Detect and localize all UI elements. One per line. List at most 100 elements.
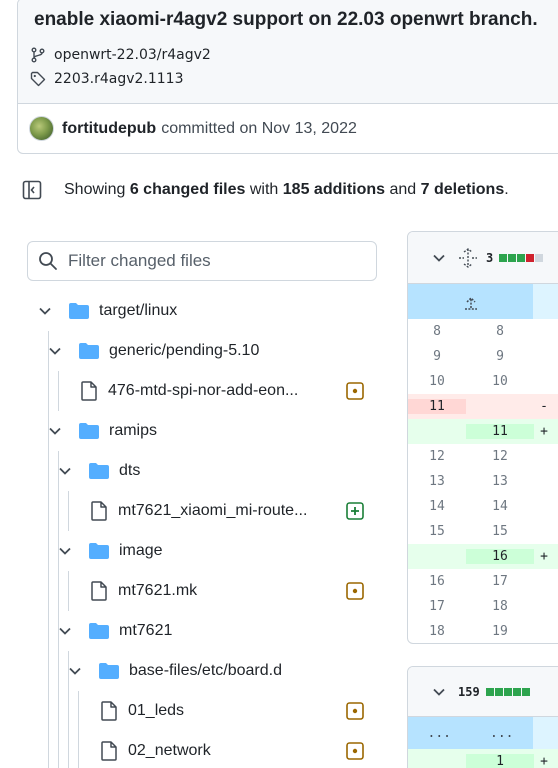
tag-name[interactable]: 2203.r4agv2.1113 [54,71,183,87]
diff-marker: + [540,424,548,439]
file-icon [91,581,107,601]
tree-item-label: base-files/etc/board.d [129,662,282,679]
diff-line-context: 13 13 [408,469,558,494]
new-line-number[interactable]: 8 [466,324,534,339]
old-line-number[interactable]: 11 [408,399,466,414]
avatar[interactable] [29,116,54,141]
author-name[interactable]: fortitudepub [62,120,156,138]
chevron-down-icon[interactable] [432,251,446,265]
summary-mid1: with [249,181,279,198]
tree-guide [68,571,69,611]
old-line-number[interactable]: 17 [408,599,466,614]
file-modified-icon [346,702,364,725]
branch-row[interactable]: openwrt-22.03/r4agv2 [30,47,211,63]
old-line-number[interactable]: 18 [408,624,466,639]
diffstat-block [485,687,494,696]
old-line-number[interactable]: 15 [408,524,466,539]
filter-files-input[interactable] [68,251,358,271]
new-line-number[interactable]: 15 [466,524,534,539]
diff-line-context: 12 12 [408,444,558,469]
diff-marker: - [540,399,548,414]
chevron-down-icon[interactable] [58,624,72,638]
tree-item-label: generic/pending-5.10 [109,342,260,359]
summary-deletions: 7 deletions [420,181,505,198]
hunk-new-ellipsis: ... [490,725,514,741]
new-line-number[interactable]: 10 [466,374,534,389]
new-line-number[interactable]: 13 [466,474,534,489]
diff-line-added: 1 + [408,749,558,768]
expand-all-icon[interactable] [458,247,478,268]
tree-file[interactable]: 476-mtd-spi-nor-add-eon... [80,371,390,411]
diff-line-context: 17 18 [408,594,558,619]
file-icon [101,701,117,721]
tree-file[interactable]: mt7621_xiaomi_mi-route... [90,491,390,531]
commit-date: committed on Nov 13, 2022 [161,119,357,137]
old-line-number[interactable]: 13 [408,474,466,489]
tree-folder[interactable]: generic/pending-5.10 [48,331,390,371]
tag-row[interactable]: 2203.r4agv2.1113 [30,71,183,87]
tree-guide [58,371,59,411]
tree-item-label: ramips [109,422,158,439]
filter-files-box[interactable] [27,241,377,281]
file-modified-icon [346,382,364,405]
new-line-number[interactable]: 14 [466,499,534,514]
diff-line-context: 14 14 [408,494,558,519]
hunk-expander[interactable]: ... ... [408,717,558,749]
tree-folder[interactable]: ramips [48,411,390,451]
tree-item-label: mt7621 [119,622,173,639]
new-line-number[interactable]: 18 [466,599,534,614]
tree-item-label: 01_leds [128,702,185,719]
diff-line-context: 16 17 [408,569,558,594]
tree-folder[interactable]: base-files/etc/board.d [68,651,390,691]
new-line-number[interactable]: 16 [466,549,534,564]
tag-icon [30,71,46,87]
old-line-number[interactable]: 16 [408,574,466,589]
new-line-number[interactable]: 11 [466,424,534,439]
new-line-number[interactable]: 12 [466,449,534,464]
summary-mid2: and [389,181,417,198]
old-line-number[interactable]: 8 [408,324,466,339]
old-line-number[interactable]: 12 [408,449,466,464]
tree-folder[interactable]: target/linux [38,291,390,331]
tree-item-label: mt7621.mk [118,582,198,599]
new-line-number[interactable]: 17 [466,574,534,589]
hunk-header-left[interactable]: ... ... [408,717,533,749]
old-line-number[interactable]: 9 [408,349,466,364]
chevron-down-icon[interactable] [58,544,72,558]
file-added-icon [346,502,364,525]
old-line-number[interactable]: 14 [408,499,466,514]
tree-guide [58,451,59,768]
diff-panel-file-1: 3 8 8 9 9 10 10 11-11 +12 12 13 13 14 14 15 15 16 +16 17 1… [407,231,558,644]
tree-file[interactable]: 02_network [100,731,390,768]
commit-summary-area: enable xiaomi-r4agv2 support on 22.03 op… [18,0,558,104]
new-line-number[interactable]: 9 [466,349,534,364]
diff-file-header: 3 [408,232,558,284]
new-line-number[interactable]: 19 [466,624,534,639]
new-line-number[interactable]: 1 [466,754,534,768]
chevron-down-icon[interactable] [48,424,62,438]
old-line-number[interactable]: 10 [408,374,466,389]
hunk-expander[interactable] [408,284,558,319]
chevron-down-icon[interactable] [48,344,62,358]
tree-file[interactable]: 01_leds [100,691,390,731]
summary-additions: 185 additions [282,181,386,198]
file-tree-toggle-icon[interactable] [22,180,42,200]
diff-line-added: 11 + [408,419,558,444]
file-modified-icon [346,742,364,765]
diffstat-bar [499,253,544,262]
expand-up-button[interactable] [408,284,533,319]
diff-change-count: 3 [486,250,494,265]
tree-item-label: target/linux [99,302,178,319]
tree-folder[interactable]: image [58,531,390,571]
tree-guide [78,691,79,768]
hunk-old-ellipsis: ... [427,725,451,741]
chevron-down-icon[interactable] [432,685,446,699]
tree-folder[interactable]: mt7621 [58,611,390,651]
chevron-down-icon[interactable] [68,664,82,678]
file-modified-icon [346,582,364,605]
chevron-down-icon[interactable] [38,304,52,318]
tree-file[interactable]: mt7621.mk [90,571,390,611]
chevron-down-icon[interactable] [58,464,72,478]
branch-name[interactable]: openwrt-22.03/r4agv2 [54,47,211,63]
tree-folder[interactable]: dts [58,451,390,491]
